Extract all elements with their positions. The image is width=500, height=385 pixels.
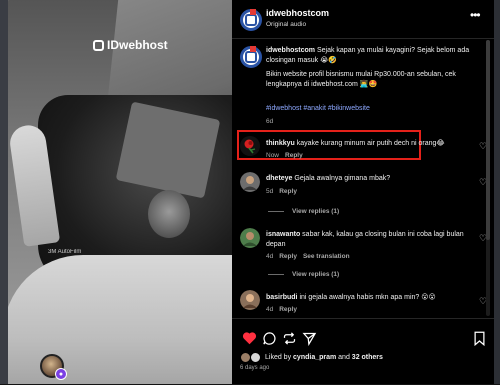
view-replies-button[interactable]: View replies (1)	[268, 208, 339, 215]
comment-meta: Now Reply	[266, 152, 303, 159]
rose-avatar-icon	[240, 136, 260, 156]
video-brand-text: IDwebhost	[107, 38, 168, 52]
share-icon[interactable]	[300, 329, 318, 347]
author-avatar[interactable]	[240, 9, 262, 31]
post-header: idwebhostcom Original audio •••	[232, 0, 494, 39]
view-replies-label: View replies (1)	[292, 271, 340, 278]
author-username[interactable]: idwebhostcom	[266, 8, 329, 18]
comment-time: Now	[266, 152, 280, 159]
bookmark-icon[interactable]	[470, 329, 488, 347]
likes-and: and	[336, 354, 352, 361]
reply-button[interactable]: Reply	[285, 152, 303, 159]
comment-body: kayake kurang minum air putih dech ni or…	[294, 140, 445, 147]
comment-avatar[interactable]	[240, 290, 260, 310]
caption-text: idwebhostcom Sejak kapan ya mulai kayagi…	[266, 46, 488, 66]
comment-username[interactable]: isnawanto	[266, 231, 300, 238]
comment-text: dheteye Gejala awalnya gimana mbak?	[266, 174, 474, 184]
comment-time: 5d	[266, 188, 274, 195]
video-brand-logo: IDwebhost	[93, 38, 168, 52]
comment-username[interactable]: thinkkyu	[266, 140, 295, 147]
background-right-strip	[494, 0, 500, 384]
comment-username[interactable]: dheteye	[266, 175, 292, 182]
user-photo-icon	[240, 228, 260, 248]
reply-button[interactable]: Reply	[279, 188, 297, 195]
action-bar	[240, 329, 488, 347]
original-audio-link[interactable]: Original audio	[266, 21, 306, 28]
likes-summary[interactable]: Liked by cyndia_pram and 32 others	[240, 352, 383, 363]
comment-meta: 4d Reply	[266, 306, 297, 313]
comment-avatar[interactable]	[240, 136, 260, 156]
comment-username[interactable]: basirbudi	[266, 294, 298, 301]
comment-time: 4d	[266, 306, 274, 313]
user-photo-icon	[240, 290, 260, 310]
background-left-strip	[0, 0, 8, 384]
comment-text: basirbudi ini gejala awalnya habis mkn a…	[266, 293, 474, 303]
reel-video[interactable]: IDwebhost 3M AutoFilm ●	[8, 0, 232, 384]
see-translation-button[interactable]: See translation	[303, 253, 350, 260]
view-replies-label: View replies (1)	[292, 208, 340, 215]
comment-text: thinkkyu kayake kurang minum air putih d…	[266, 139, 474, 149]
comment-avatar[interactable]	[240, 172, 260, 192]
scrollbar-thumb[interactable]	[486, 40, 490, 240]
view-replies-button[interactable]: View replies (1)	[268, 271, 339, 278]
caption-line2: Bikin website profil bisnismu mulai Rp30…	[266, 71, 456, 88]
liker-avatar	[250, 352, 261, 363]
heart-icon[interactable]	[240, 329, 258, 347]
divider-line	[268, 274, 284, 275]
comment-meta: 4d Reply See translation	[266, 253, 350, 260]
comment-body: ini gejala awalnya habis mkn apa min? 😮😮	[297, 294, 436, 301]
divider-line	[268, 211, 284, 212]
likes-prefix: Liked by	[265, 354, 294, 361]
post-footer: Liked by cyndia_pram and 32 others 6 day…	[232, 318, 494, 385]
posted-time: 6 days ago	[240, 365, 270, 371]
comment-meta: 5d Reply	[266, 188, 297, 195]
comment-body: Gejala awalnya gimana mbak?	[292, 175, 391, 182]
comment-time: 4d	[266, 253, 274, 260]
collab-badge-icon: ●	[55, 368, 67, 380]
reply-button[interactable]: Reply	[279, 253, 297, 260]
user-photo-icon	[240, 172, 260, 192]
comment-icon[interactable]	[260, 329, 278, 347]
more-icon[interactable]: •••	[470, 8, 481, 22]
reply-button[interactable]: Reply	[279, 306, 297, 313]
caption-avatar[interactable]	[240, 46, 262, 68]
video-person	[148, 190, 190, 238]
post-details-panel: idwebhostcom Original audio ••• idwebhos…	[232, 0, 494, 384]
comments-scrollbar[interactable]	[486, 40, 490, 316]
caption-username[interactable]: idwebhostcom	[266, 47, 315, 54]
likes-others[interactable]: 32 others	[352, 354, 383, 361]
comment-avatar[interactable]	[240, 228, 260, 248]
caption-hashtags[interactable]: #idwebhost #anakit #bikinwebsite	[266, 104, 488, 114]
comment-text: isnawanto sabar kak, kalau ga closing bu…	[266, 230, 474, 250]
video-watermark: 3M AutoFilm	[48, 249, 82, 255]
repost-icon[interactable]	[280, 329, 298, 347]
caption-time: 6d	[266, 118, 274, 125]
liker-username[interactable]: cyndia_pram	[293, 354, 336, 361]
brand-mark-icon	[93, 39, 104, 51]
